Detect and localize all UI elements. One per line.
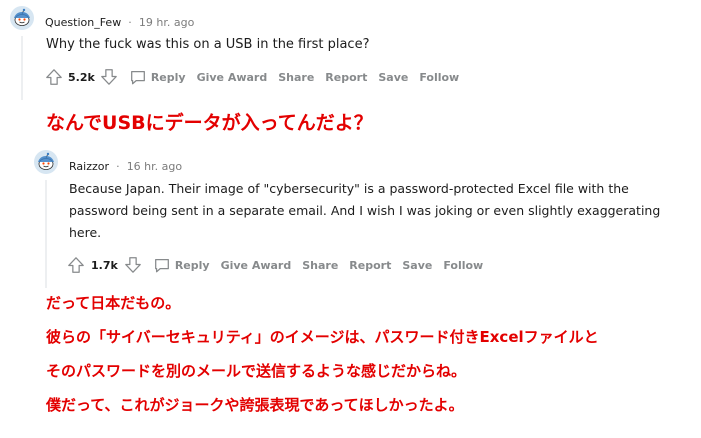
report-button[interactable]: Report [349,259,391,272]
meta-separator: · [128,16,132,29]
avatar[interactable] [10,6,34,30]
comment-body: Why the fuck was this on a USB in the fi… [46,37,370,52]
comment-username[interactable]: Raizzor [69,160,109,173]
comment-body-line: here. [69,225,102,240]
save-button[interactable]: Save [402,259,432,272]
comment-icon [154,258,169,273]
report-button[interactable]: Report [325,71,367,84]
caption-line: だって日本だもの。 [46,294,181,312]
comment-username[interactable]: Question_Few [45,16,121,29]
avatar[interactable] [34,150,58,174]
comment-timestamp[interactable]: 16 hr. ago [127,160,182,173]
caption-line: 僕だって、これがジョークや誇張表現であってほしかったよ。 [46,396,464,414]
comment-body-line: password being sent in a separate email.… [69,203,661,218]
comment-actions: 1.7k Reply Give Award Share Report Save … [66,254,483,276]
downvote-icon[interactable] [123,255,143,275]
comment-timestamp[interactable]: 19 hr. ago [139,16,194,29]
follow-button[interactable]: Follow [443,259,483,272]
comment-body-line: Because Japan. Their image of "cybersecu… [69,181,629,196]
caption-line: そのパスワードを別のメールで送信するような感じだからね。 [46,362,467,380]
share-button[interactable]: Share [278,71,314,84]
reply-label: Reply [150,70,186,84]
translation-caption-2: だって日本だもの。 彼らの「サイバーセキュリティ」のイメージは、パスワード付きE… [46,292,599,428]
reply-button[interactable]: Reply [153,256,210,274]
vote-score: 5.2k [68,70,95,84]
thread-line[interactable] [45,180,47,288]
comment-actions: 5.2k Reply Give Award Share Report Save … [44,66,459,88]
snoo-avatar-icon [10,6,34,30]
give-award-button[interactable]: Give Award [197,71,268,84]
reply-label: Reply [174,258,210,272]
translation-caption-1: なんでUSBにデータが入ってんだよ？ [46,112,373,134]
save-button[interactable]: Save [378,71,408,84]
meta-separator: · [116,160,120,173]
comment-body: Because Japan. Their image of "cybersecu… [69,178,660,244]
upvote-icon[interactable] [44,67,64,87]
follow-button[interactable]: Follow [419,71,459,84]
downvote-icon[interactable] [99,67,119,87]
comment-icon [130,70,145,85]
caption-line: 彼らの「サイバーセキュリティ」のイメージは、パスワード付きExcelファイルと [46,328,599,346]
give-award-button[interactable]: Give Award [221,259,292,272]
reply-button[interactable]: Reply [129,68,186,86]
snoo-avatar-icon [34,150,58,174]
thread-line[interactable] [21,36,23,100]
share-button[interactable]: Share [302,259,338,272]
upvote-icon[interactable] [66,255,86,275]
vote-score: 1.7k [91,258,118,272]
